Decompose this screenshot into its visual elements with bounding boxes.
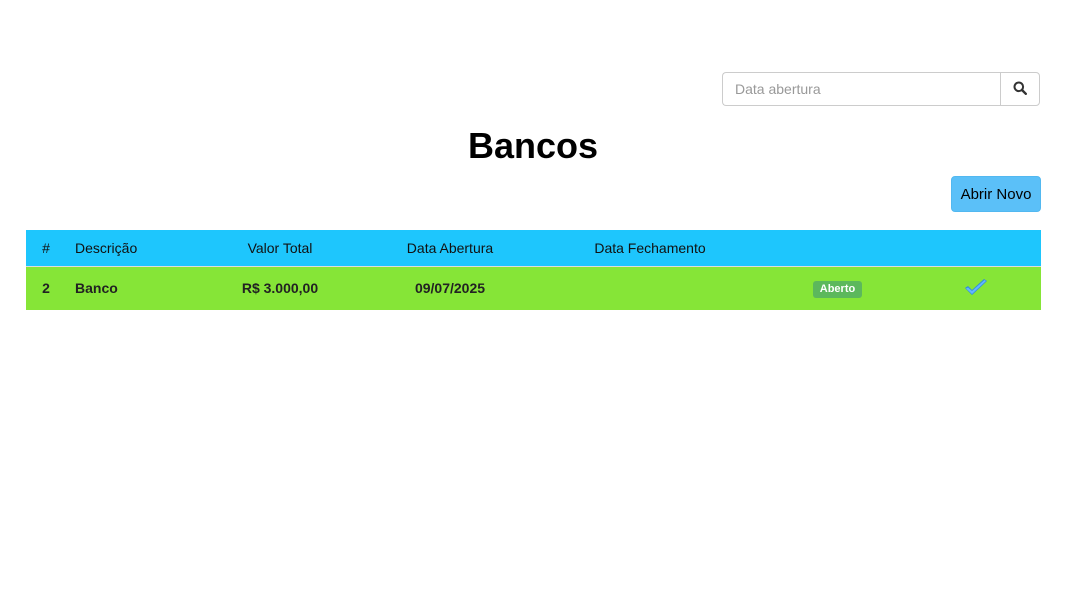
column-header-data-fechamento: Data Fechamento bbox=[535, 230, 765, 267]
search-button[interactable] bbox=[1000, 72, 1040, 106]
column-header-action bbox=[910, 230, 1041, 267]
page-title: Bancos bbox=[467, 125, 599, 166]
table-row[interactable]: 2 Banco R$ 3.000,00 09/07/2025 Aberto bbox=[26, 266, 1041, 310]
cell-data-fechamento bbox=[535, 266, 765, 310]
search-group bbox=[722, 72, 1040, 106]
page: Bancos Abrir Novo # Descrição Valor Tota… bbox=[0, 0, 1084, 600]
search-icon bbox=[1013, 81, 1028, 98]
table-header-row: # Descrição Valor Total Data Abertura Da… bbox=[26, 230, 1041, 267]
column-header-id: # bbox=[26, 230, 66, 267]
cell-status: Aberto bbox=[765, 266, 910, 310]
new-button[interactable]: Abrir Novo bbox=[951, 176, 1041, 212]
cell-valor-total: R$ 3.000,00 bbox=[241, 280, 319, 297]
column-header-valor-total: Valor Total bbox=[195, 230, 365, 267]
check-icon[interactable] bbox=[962, 277, 990, 299]
cell-id: 2 bbox=[42, 280, 50, 297]
cell-action bbox=[910, 266, 1041, 310]
banks-table: # Descrição Valor Total Data Abertura Da… bbox=[26, 230, 1041, 310]
status-badge: Aberto bbox=[812, 280, 863, 298]
cell-data-abertura: 09/07/2025 bbox=[414, 280, 486, 297]
cell-descricao: Banco bbox=[75, 280, 118, 297]
search-input[interactable] bbox=[722, 72, 1001, 106]
column-header-status bbox=[765, 230, 910, 267]
column-header-descricao: Descrição bbox=[66, 230, 195, 267]
column-header-data-abertura: Data Abertura bbox=[365, 230, 535, 267]
